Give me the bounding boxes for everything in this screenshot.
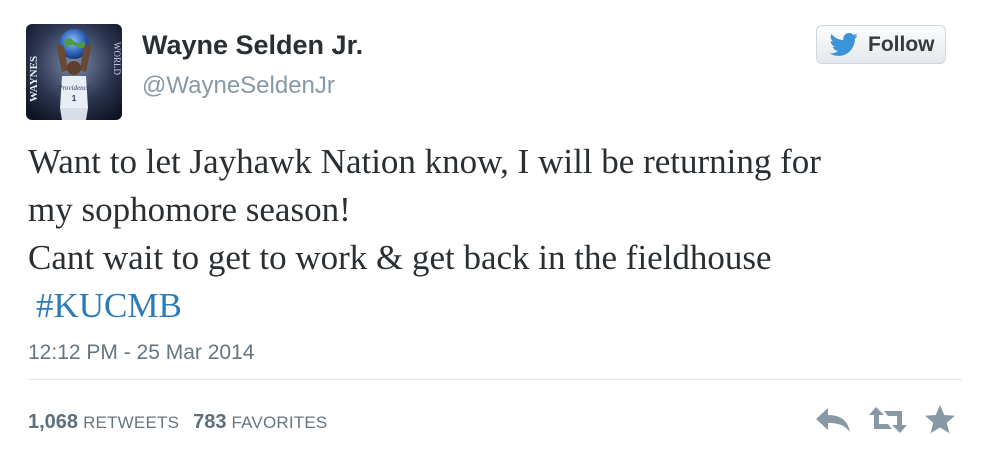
follow-button[interactable]: Follow	[816, 25, 946, 64]
avatar-text-right: WORLD	[112, 42, 122, 75]
follow-button-label: Follow	[868, 32, 935, 56]
avatar-image: Providence 1 WAYNES WORLD	[26, 24, 122, 120]
svg-text:Providence: Providence	[57, 84, 90, 92]
tweet-text: Want to let Jayhawk Nation know, I will …	[28, 138, 968, 330]
tweet-text-line: Cant wait to get to work & get back in t…	[28, 238, 772, 277]
retweets-count[interactable]: 1,068	[28, 411, 78, 434]
tweet-text-line: my sophomore season!	[28, 190, 351, 229]
avatar[interactable]: Providence 1 WAYNES WORLD	[26, 24, 122, 120]
avatar-text-left: WAYNES	[28, 56, 40, 102]
star-icon[interactable]	[924, 404, 956, 436]
author-handle[interactable]: @WayneSeldenJr	[142, 72, 335, 100]
tweet-text-line: Want to let Jayhawk Nation know, I will …	[28, 142, 821, 181]
retweets-label[interactable]: RETWEETS	[83, 413, 179, 433]
tweet-actions	[814, 404, 956, 436]
divider	[28, 379, 962, 380]
svg-text:1: 1	[72, 94, 77, 103]
favorites-count[interactable]: 783	[193, 411, 226, 434]
favorites-label[interactable]: FAVORITES	[231, 413, 327, 433]
reply-icon[interactable]	[814, 406, 852, 434]
twitter-bird-icon	[829, 32, 858, 56]
hashtag-link[interactable]: #KUCMB	[28, 286, 182, 325]
author-name[interactable]: Wayne Selden Jr.	[142, 30, 363, 61]
retweet-icon[interactable]	[868, 405, 908, 435]
tweet-card: Providence 1 WAYNES WORLD Wayne Selden J…	[0, 0, 986, 456]
tweet-timestamp[interactable]: 12:12 PM - 25 Mar 2014	[28, 341, 254, 365]
tweet-stats: 1,068 RETWEETS 783 FAVORITES	[28, 411, 327, 434]
